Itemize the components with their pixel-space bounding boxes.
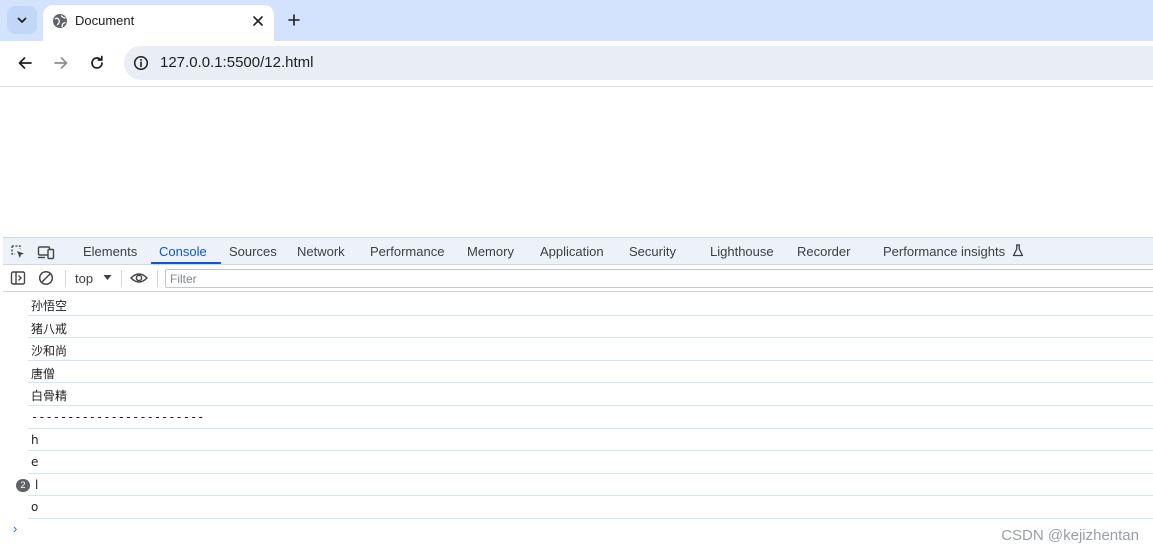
tab-title: Document (75, 13, 135, 28)
console-message-text: ------------------------ (31, 409, 205, 424)
toolbar-divider (157, 270, 158, 287)
console-message-text: 唐僧 (31, 366, 56, 381)
toolbar-divider (121, 270, 122, 287)
console-message-text: 沙和尚 (31, 344, 68, 359)
console-message-text: 猪八戒 (31, 321, 68, 336)
arrow-left-icon (18, 57, 32, 69)
console-message[interactable]: o (28, 496, 1153, 519)
inspect-element-button[interactable] (9, 243, 27, 261)
toolbar-divider (65, 270, 66, 287)
globe-icon (53, 14, 67, 28)
console-message[interactable]: 白骨精 (28, 383, 1153, 406)
close-icon (253, 16, 263, 26)
tab-performance[interactable]: Performance (370, 244, 444, 259)
clear-console-button[interactable] (37, 269, 55, 287)
context-selector[interactable]: top (75, 271, 93, 286)
plus-icon (288, 14, 300, 26)
device-toggle-icon (37, 246, 55, 260)
console-toolbar: top (3, 265, 1153, 292)
page-viewport (0, 87, 1153, 237)
new-tab-button[interactable] (284, 10, 304, 30)
reload-button[interactable] (86, 52, 108, 74)
watermark: CSDN @kejizhentan (1001, 527, 1139, 544)
flask-icon (1012, 244, 1023, 257)
tab-security[interactable]: Security (629, 244, 676, 259)
tab-elements[interactable]: Elements (83, 244, 137, 259)
devtools-tabbar: Elements Console Sources Network Perform… (3, 237, 1153, 265)
tab-lighthouse[interactable]: Lighthouse (710, 244, 774, 259)
show-sidebar-button[interactable] (9, 269, 27, 287)
tab-memory[interactable]: Memory (467, 244, 514, 259)
clear-console-icon (38, 270, 54, 286)
tab-search-button[interactable] (7, 6, 37, 34)
back-button[interactable] (14, 52, 36, 74)
tab-strip: Document (0, 0, 1153, 41)
inspect-element-icon (11, 245, 24, 258)
console-message[interactable]: 猪八戒 (28, 316, 1153, 339)
console-message-text: l (35, 477, 39, 492)
console-message[interactable]: e (28, 451, 1153, 474)
site-info-button[interactable] (132, 54, 150, 72)
console-messages: 孙悟空 猪八戒 沙和尚 唐僧 白骨精 ---------------------… (3, 293, 1153, 519)
address-bar[interactable]: 127.0.0.1:5500/12.html (124, 46, 1153, 80)
chevron-down-icon (17, 17, 27, 23)
caret-down-icon[interactable] (103, 273, 112, 282)
tab-close-button[interactable] (248, 11, 268, 31)
console-message[interactable]: 2 l (16, 474, 1153, 497)
live-expression-button[interactable] (130, 269, 148, 287)
browser-tab[interactable]: Document (43, 5, 274, 41)
tab-application[interactable]: Application (540, 244, 604, 259)
console-message[interactable]: ------------------------ (28, 406, 1153, 429)
tab-performance-insights[interactable]: Performance insights (883, 244, 1024, 259)
info-icon (133, 55, 149, 71)
tab-console[interactable]: Console (159, 244, 207, 259)
eye-icon (130, 273, 148, 283)
url-text[interactable]: 127.0.0.1:5500/12.html (160, 54, 313, 71)
reload-icon (91, 55, 103, 69)
arrow-right-icon (54, 57, 68, 69)
tab-performance-insights-label: Performance insights (883, 244, 1006, 259)
console-message-text: 孙悟空 (31, 299, 68, 313)
repeat-count-badge: 2 (16, 478, 30, 492)
browser-toolbar: 127.0.0.1:5500/12.html (0, 41, 1153, 86)
filter-box[interactable] (165, 269, 1153, 288)
active-tab-indicator (151, 262, 221, 264)
console-message[interactable]: 沙和尚 (28, 338, 1153, 361)
console-message[interactable]: 唐僧 (28, 361, 1153, 384)
console-message-text: o (31, 500, 39, 515)
console-message-text: e (31, 455, 39, 470)
console-message[interactable]: h (28, 429, 1153, 452)
device-toolbar-button[interactable] (37, 243, 55, 261)
tab-sources[interactable]: Sources (229, 244, 277, 259)
console-message[interactable]: 孙悟空 (28, 293, 1153, 316)
sidebar-toggle-icon (10, 271, 26, 285)
console-message-text: h (31, 432, 39, 447)
tab-network[interactable]: Network (297, 244, 345, 259)
console-prompt-icon[interactable]: › (13, 521, 17, 536)
forward-button[interactable] (50, 52, 72, 74)
console-message-text: 白骨精 (31, 389, 68, 404)
tab-recorder[interactable]: Recorder (797, 244, 850, 259)
filter-input[interactable] (166, 270, 1153, 288)
